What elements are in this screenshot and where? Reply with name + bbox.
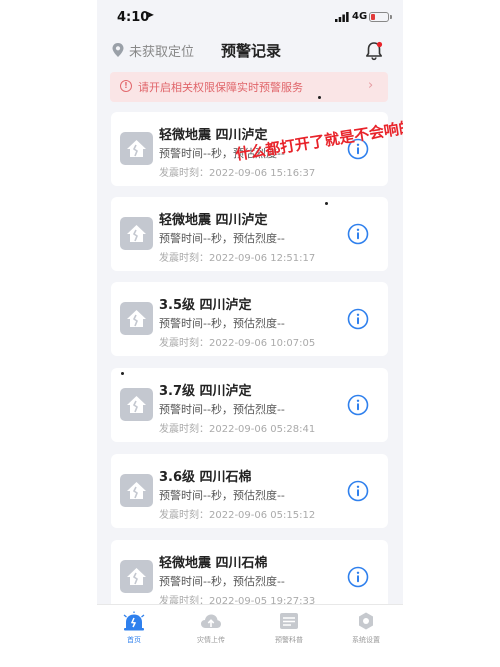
- earthquake-house-icon: [120, 388, 153, 421]
- banner-text: 请开启相关权限保障实时预警服务: [138, 81, 303, 94]
- location-arrow-icon: ➤: [146, 10, 155, 21]
- record-subtitle: 预警时间--秒，预估烈度--: [159, 575, 285, 588]
- record-subtitle: 预警时间--秒，预估烈度--: [159, 403, 285, 416]
- record-time: 发震时刻：2022-09-06 12:51:17: [159, 253, 316, 264]
- tab-label: 系统设置: [352, 636, 380, 644]
- stray-dot: [121, 372, 124, 375]
- record-subtitle: 预警时间--秒，预估烈度--: [159, 317, 285, 330]
- record-card[interactable]: 轻微地震 四川石棉 预警时间--秒，预估烈度-- 发震时刻：2022-09-05…: [111, 540, 388, 614]
- record-title: 轻微地震 四川泸定: [159, 213, 268, 228]
- home-alert-icon: [123, 611, 145, 631]
- record-subtitle: 预警时间--秒，预估烈度--: [159, 232, 285, 245]
- earthquake-house-icon: [120, 132, 153, 165]
- tab-disaster-upload[interactable]: 灾情上传: [181, 611, 241, 651]
- status-time: 4:10: [117, 10, 150, 25]
- earthquake-house-icon: [120, 474, 153, 507]
- record-card[interactable]: 3.6级 四川石棉 预警时间--秒，预估烈度-- 发震时刻：2022-09-06…: [111, 454, 388, 528]
- tab-label: 灾情上传: [197, 636, 225, 644]
- info-circle-icon[interactable]: [347, 394, 369, 416]
- gear-icon: [359, 612, 373, 630]
- tab-label: 预警科普: [275, 636, 303, 644]
- battery-icon: [369, 12, 389, 22]
- tab-home[interactable]: 首页: [104, 611, 164, 651]
- info-circle-icon[interactable]: [347, 308, 369, 330]
- top-header: 未获取定位 预警记录: [97, 36, 403, 66]
- tab-warning-science[interactable]: 预警科普: [259, 611, 319, 651]
- location-pin-icon[interactable]: [111, 42, 125, 58]
- record-card[interactable]: 3.7级 四川泸定 预警时间--秒，预估烈度-- 发震时刻：2022-09-06…: [111, 368, 388, 442]
- chevron-right-icon: ›: [368, 78, 374, 93]
- record-title: 3.5级 四川泸定: [159, 298, 252, 313]
- record-time: 发震时刻：2022-09-06 05:28:41: [159, 424, 316, 435]
- record-title: 轻微地震 四川石棉: [159, 556, 268, 571]
- page-title: 预警记录: [221, 42, 282, 60]
- record-card[interactable]: 轻微地震 四川泸定 预警时间--秒，预估烈度-- 发震时刻：2022-09-06…: [111, 197, 388, 271]
- network-type: 4G: [352, 11, 368, 22]
- signal-icon: [335, 12, 349, 22]
- bell-icon[interactable]: [363, 40, 385, 62]
- phone-screen: 4:10 ➤ 4G 未获取定位 预警记录 ! 请开启相关权限保障实时预警服务 ›: [97, 0, 403, 667]
- info-circle-icon[interactable]: [347, 566, 369, 588]
- earthquake-house-icon: [120, 560, 153, 593]
- book-icon: [280, 613, 298, 629]
- record-title: 3.7级 四川泸定: [159, 384, 252, 399]
- stray-dot: [325, 202, 328, 205]
- battery-tip: [390, 15, 392, 19]
- info-circle-icon[interactable]: [347, 480, 369, 502]
- record-time: 发震时刻：2022-09-06 10:07:05: [159, 338, 316, 349]
- earthquake-house-icon: [120, 217, 153, 250]
- status-bar: 4:10 ➤ 4G: [97, 0, 403, 36]
- record-time: 发震时刻：2022-09-06 15:16:37: [159, 168, 316, 179]
- record-time: 发震时刻：2022-09-06 05:15:12: [159, 510, 316, 521]
- record-title: 3.6级 四川石棉: [159, 470, 252, 485]
- info-circle-icon[interactable]: [347, 223, 369, 245]
- tab-system-settings[interactable]: 系统设置: [336, 611, 396, 651]
- warning-info-icon: !: [120, 80, 132, 92]
- tab-label: 首页: [127, 636, 141, 644]
- cloud-upload-icon: [201, 614, 221, 628]
- location-status[interactable]: 未获取定位: [129, 41, 194, 60]
- record-card[interactable]: 3.5级 四川泸定 预警时间--秒，预估烈度-- 发震时刻：2022-09-06…: [111, 282, 388, 356]
- bottom-tab-bar: 首页 灾情上传 预警科普 系统设置: [97, 604, 403, 667]
- stray-dot: [318, 96, 321, 99]
- permission-banner[interactable]: ! 请开启相关权限保障实时预警服务 ›: [110, 72, 388, 102]
- record-subtitle: 预警时间--秒，预估烈度--: [159, 489, 285, 502]
- earthquake-house-icon: [120, 302, 153, 335]
